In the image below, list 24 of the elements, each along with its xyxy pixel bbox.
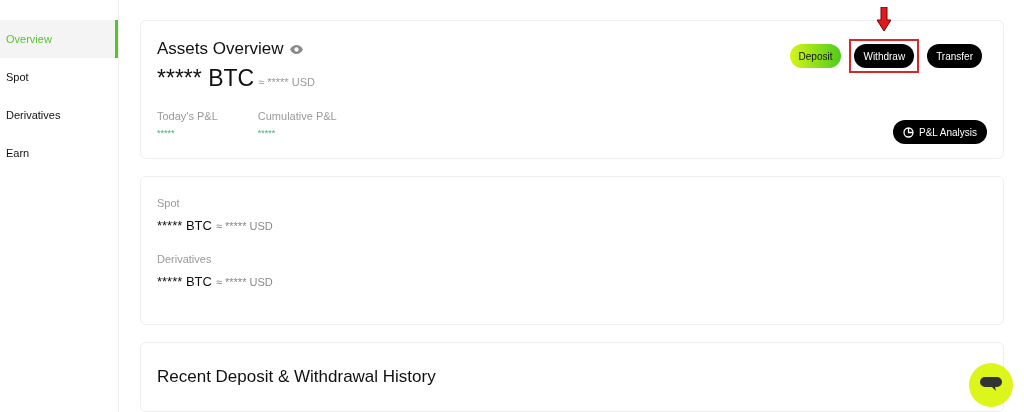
usd-value: ≈ ***** USD bbox=[258, 76, 315, 88]
sidebar-item[interactable]: Derivatives bbox=[0, 96, 118, 134]
card-title: Recent Deposit & Withdrawal History bbox=[157, 367, 436, 386]
pnl-value: ***** bbox=[257, 128, 277, 138]
usd-value: ≈ ***** USD bbox=[215, 275, 273, 288]
deposit-button[interactable]: Deposit bbox=[789, 44, 842, 68]
total-balance: ***** BTC bbox=[157, 65, 255, 92]
pnl-analysis-button[interactable]: P&L Analysis bbox=[893, 120, 987, 144]
account-label: Spot bbox=[157, 196, 181, 209]
pie-chart-icon bbox=[903, 126, 914, 138]
card-title: Assets Overview bbox=[157, 39, 284, 59]
account-balance: ***** BTC bbox=[157, 217, 212, 233]
arrow-icon bbox=[877, 7, 892, 31]
action-button[interactable]: Withdraw bbox=[854, 44, 915, 68]
account-label: Derivatives bbox=[157, 252, 213, 265]
sidebar-item[interactable]: Earn bbox=[0, 134, 118, 172]
pnl-label: Today's P&L bbox=[157, 110, 218, 122]
pnl-value: ***** bbox=[157, 128, 176, 138]
pnl-label: Cumulative P&L bbox=[257, 110, 337, 122]
account-balance: ***** BTC bbox=[157, 273, 212, 289]
usd-value: ≈ ***** USD bbox=[215, 219, 273, 232]
eye-icon[interactable] bbox=[289, 44, 303, 54]
sidebar-item[interactable]: Spot bbox=[0, 58, 118, 96]
action-button[interactable]: Transfer bbox=[927, 44, 982, 68]
